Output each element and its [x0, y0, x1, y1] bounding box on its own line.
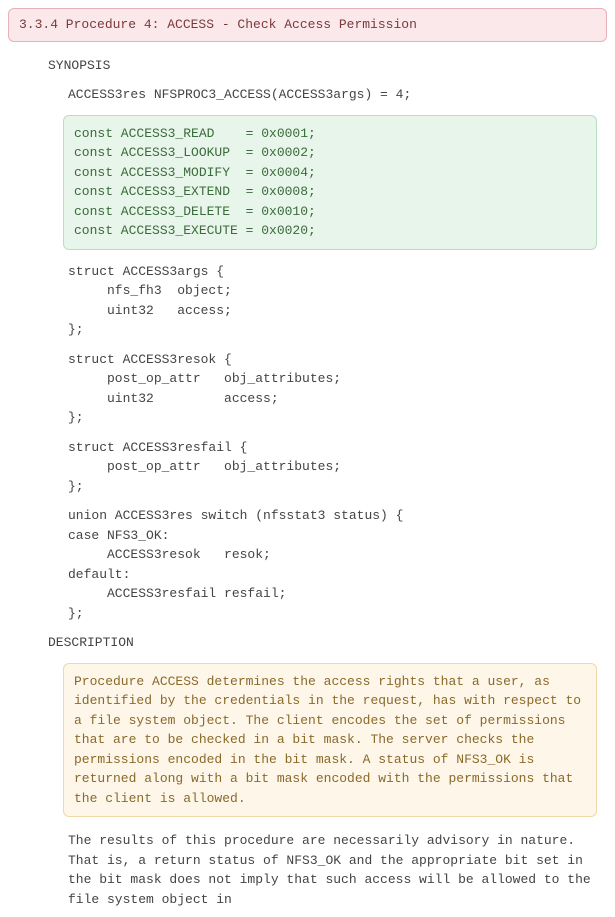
- struct-access3resfail: struct ACCESS3resfail { post_op_attr obj…: [8, 438, 607, 497]
- section-header: 3.3.4 Procedure 4: ACCESS - Check Access…: [8, 8, 607, 42]
- description-label: DESCRIPTION: [8, 633, 607, 653]
- constants-box: const ACCESS3_READ = 0x0001; const ACCES…: [63, 115, 597, 250]
- description-box: Procedure ACCESS determines the access r…: [63, 663, 597, 818]
- section-header-text: 3.3.4 Procedure 4: ACCESS - Check Access…: [19, 17, 417, 32]
- signature-line: ACCESS3res NFSPROC3_ACCESS(ACCESS3args) …: [8, 85, 607, 105]
- struct-access3resok: struct ACCESS3resok { post_op_attr obj_a…: [8, 350, 607, 428]
- synopsis-label: SYNOPSIS: [8, 56, 607, 76]
- union-access3res: union ACCESS3res switch (nfsstat3 status…: [8, 506, 607, 623]
- struct-access3args: struct ACCESS3args { nfs_fh3 object; uin…: [8, 262, 607, 340]
- body-paragraph-1: The results of this procedure are necess…: [8, 831, 607, 909]
